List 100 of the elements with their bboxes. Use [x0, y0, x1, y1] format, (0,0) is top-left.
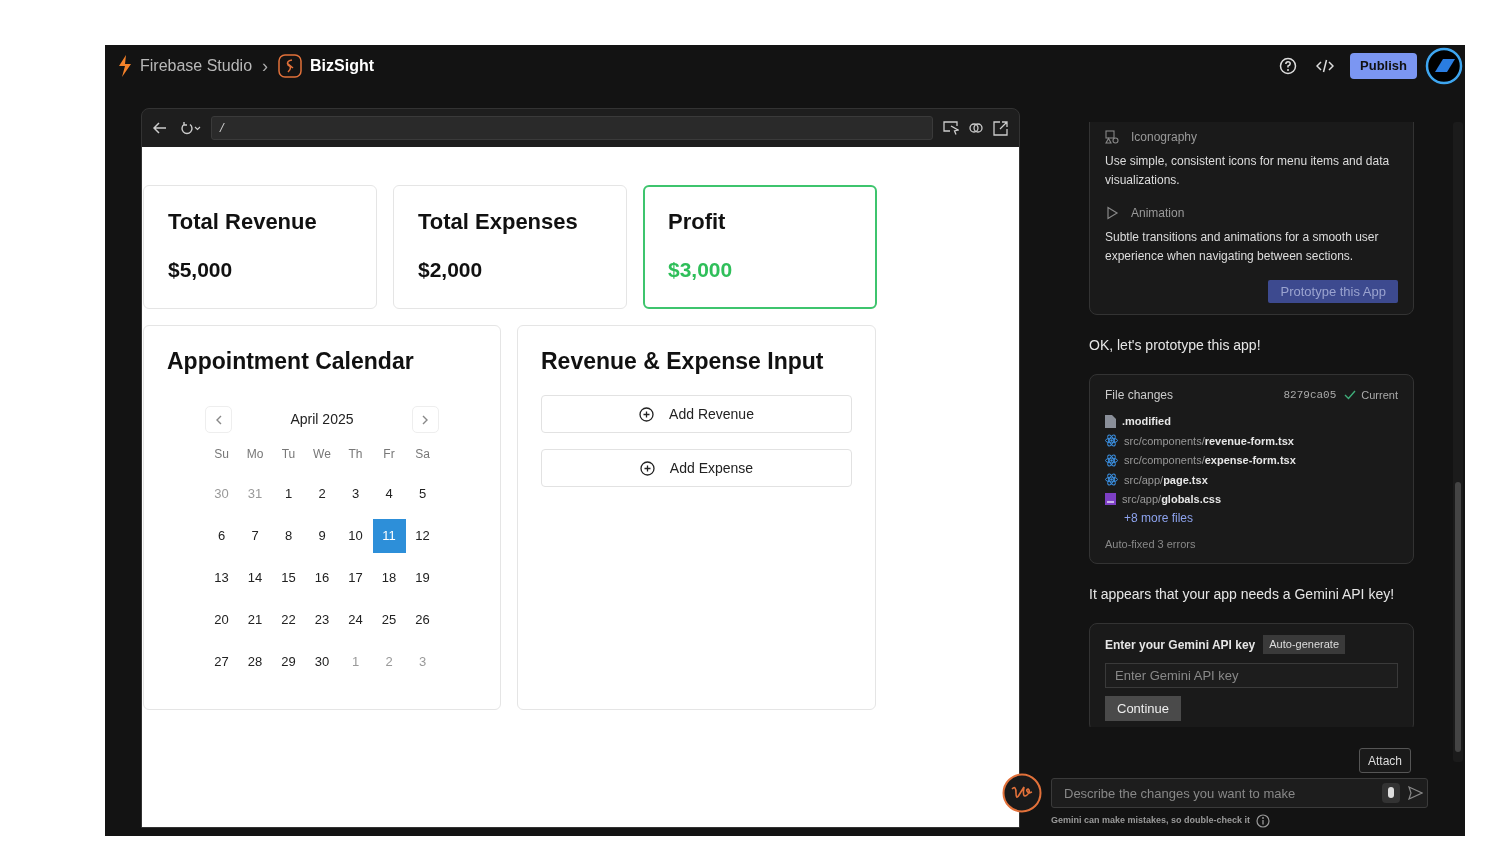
calendar-day[interactable]: 13 — [205, 561, 238, 595]
calendar-day[interactable]: 23 — [305, 603, 339, 637]
open-external-icon[interactable] — [993, 120, 1008, 136]
chevron-right-icon — [421, 414, 430, 425]
atom-icon — [1105, 434, 1118, 448]
file-path[interactable]: src/app/page.tsx — [1124, 471, 1208, 488]
weekday-label: Su — [213, 446, 230, 463]
calendar-day[interactable]: 3 — [339, 477, 372, 511]
calendar-day[interactable]: 12 — [406, 519, 439, 553]
help-icon[interactable] — [1279, 57, 1298, 75]
back-icon[interactable] — [153, 122, 167, 134]
file-path[interactable]: .modified — [1122, 413, 1171, 430]
microphone-icon[interactable] — [1382, 783, 1400, 803]
file-path[interactable]: src/app/globals.css — [1122, 491, 1222, 508]
auto-fix-note: Auto-fixed 3 errors — [1105, 536, 1197, 552]
assistant-avatar-icon[interactable] — [1002, 773, 1042, 813]
continue-button[interactable]: Continue — [1105, 696, 1182, 721]
publish-button[interactable]: Publish — [1350, 53, 1417, 79]
weekday-label: We — [312, 446, 332, 463]
project-logo-icon — [278, 54, 303, 78]
attach-button[interactable]: Attach — [1359, 748, 1412, 773]
calendar-day[interactable]: 24 — [339, 603, 372, 637]
chevron-left-icon — [214, 414, 223, 425]
link-icon[interactable] — [968, 122, 984, 134]
calendar-day[interactable]: 5 — [406, 477, 439, 511]
calendar-day[interactable]: 4 — [372, 477, 406, 511]
atom-icon — [1105, 453, 1118, 467]
calendar-day[interactable]: 2 — [305, 477, 339, 511]
add-button[interactable]: Add Expense — [541, 449, 852, 487]
atom-icon — [1105, 473, 1118, 487]
prompt-field[interactable]: Describe the changes you want to make — [1051, 778, 1428, 808]
file-path[interactable]: src/components/expense-form.tsx — [1124, 452, 1296, 469]
calendar-day[interactable]: 19 — [406, 561, 439, 595]
commit-status: Current — [1361, 387, 1398, 403]
api-key-label: Enter your Gemini API key — [1105, 636, 1256, 654]
file-path[interactable]: src/components/revenue-form.tsx — [1124, 432, 1294, 449]
calendar-day[interactable]: 1 — [272, 477, 305, 511]
file-icon — [1105, 414, 1116, 428]
stat-label: Total Revenue — [168, 208, 318, 236]
calendar-day[interactable]: 28 — [238, 645, 272, 679]
weekday-label: Tu — [280, 446, 297, 463]
calendar-day[interactable]: 18 — [372, 561, 406, 595]
plus-circle-icon — [639, 460, 655, 476]
weekday-label: Sa — [414, 446, 431, 463]
calendar-day[interactable]: 7 — [238, 519, 272, 553]
auto-generate-button[interactable]: Auto-generate — [1263, 635, 1345, 654]
reload-icon[interactable] — [179, 121, 201, 135]
scrollbar[interactable] — [1453, 122, 1463, 762]
shapes-icon — [1105, 130, 1119, 144]
send-icon[interactable] — [1408, 786, 1423, 800]
project-name[interactable]: BizSight — [310, 54, 375, 78]
calendar-day[interactable]: 29 — [272, 645, 305, 679]
stat-value: $2,000 — [418, 257, 484, 283]
guideline-text: Subtle transitions and animations for a smooth user experience when navigating between sections. — [1105, 229, 1380, 265]
plus-circle-icon — [639, 406, 655, 422]
calendar-day[interactable]: 10 — [339, 519, 372, 553]
calendar-day[interactable]: 27 — [205, 645, 238, 679]
select-element-icon[interactable] — [943, 121, 959, 135]
check-icon — [1344, 390, 1357, 400]
info-icon[interactable] — [1256, 814, 1271, 828]
code-icon[interactable] — [1316, 59, 1335, 73]
card-title: Appointment Calendar — [167, 347, 415, 375]
calendar-day[interactable]: 21 — [238, 603, 272, 637]
calendar-day[interactable]: 30 — [305, 645, 339, 679]
play-icon — [1105, 206, 1119, 220]
month-label: April 2025 — [290, 410, 354, 429]
guideline-text: Use simple, consistent icons for menu items and data visualizations. — [1105, 153, 1391, 189]
disclaimer-text: Gemini can make mistakes, so double-check it — [1051, 814, 1251, 828]
guideline-heading: Iconography — [1131, 129, 1198, 146]
more-files-link[interactable]: +8 more files — [1124, 508, 1398, 527]
guideline-heading: Animation — [1131, 205, 1185, 222]
calendar-day[interactable]: 17 — [339, 561, 372, 595]
breadcrumb-separator: › — [262, 54, 269, 78]
url-field[interactable]: / — [211, 116, 933, 140]
stat-value: $3,000 — [668, 257, 734, 283]
calendar-day[interactable]: 14 — [238, 561, 272, 595]
file-changes-title: File changes — [1105, 387, 1174, 404]
calendar-day[interactable]: 25 — [372, 603, 406, 637]
weekday-label: Th — [347, 446, 364, 463]
calendar-day[interactable]: 16 — [305, 561, 339, 595]
calendar-day[interactable]: 8 — [272, 519, 305, 553]
calendar-day[interactable]: 20 — [205, 603, 238, 637]
stylesheet-file-icon — [1105, 493, 1116, 506]
calendar-day[interactable]: 6 — [205, 519, 238, 553]
calendar-day[interactable]: 22 — [272, 603, 305, 637]
chat-message: OK, let's prototype this app! — [1089, 336, 1262, 355]
calendar-day[interactable]: 26 — [406, 603, 439, 637]
weekday-label: Mo — [245, 446, 265, 463]
flame-logo-icon — [117, 55, 133, 77]
stat-label: Profit — [668, 208, 727, 236]
calendar-day[interactable]: 15 — [272, 561, 305, 595]
stat-label: Total Expenses — [418, 208, 579, 236]
product-name[interactable]: Firebase Studio — [140, 54, 253, 78]
add-button[interactable]: Add Revenue — [541, 395, 852, 433]
stat-value: $5,000 — [168, 257, 234, 283]
api-key-field[interactable]: Enter Gemini API key — [1105, 663, 1398, 688]
chat-message: It appears that your app needs a Gemini API key! — [1089, 585, 1396, 604]
weekday-label: Fr — [382, 446, 396, 463]
calendar-day[interactable]: 9 — [305, 519, 339, 553]
user-avatar[interactable] — [1425, 47, 1463, 85]
